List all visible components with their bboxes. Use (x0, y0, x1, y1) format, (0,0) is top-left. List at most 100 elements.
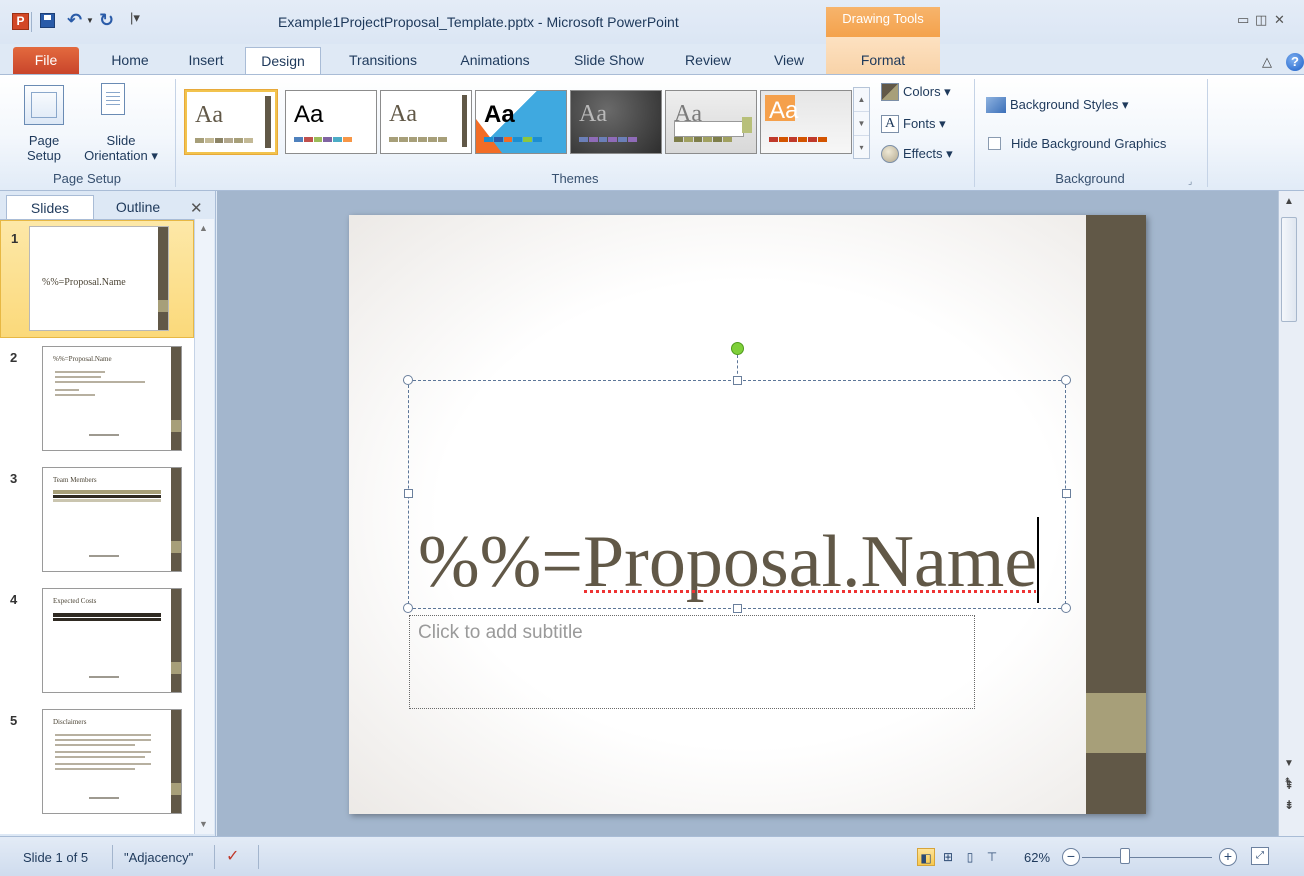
theme-thumbnail-6[interactable]: Aa (665, 90, 757, 154)
checkbox-box[interactable] (988, 137, 1001, 150)
qat-separator (31, 12, 32, 32)
slide-thumbnail-row[interactable]: 1 %%=Proposal.Name (0, 220, 194, 338)
resize-handle-bottom-left[interactable] (403, 603, 413, 613)
rotate-handle[interactable] (731, 342, 744, 355)
themes-gallery-scroller[interactable]: ▲ ▼ ▾ (853, 87, 870, 159)
page-setup-button[interactable]: Page Setup (22, 133, 66, 163)
normal-view-icon[interactable]: ◧ (917, 848, 935, 866)
thumb-text-line (55, 763, 151, 765)
powerpoint-app-icon[interactable]: P (12, 13, 29, 30)
save-icon[interactable] (40, 13, 55, 28)
theme-thumbnail-2[interactable]: Aa (285, 90, 377, 154)
scroll-down-icon[interactable]: ▼ (199, 819, 208, 829)
customize-qat-icon[interactable]: |▾ (130, 10, 140, 26)
tab-outline[interactable]: Outline (96, 195, 180, 219)
zoom-slider-thumb[interactable] (1120, 848, 1130, 864)
zoom-slider-track[interactable] (1082, 857, 1212, 858)
gallery-more-icon[interactable]: ▾ (854, 136, 869, 160)
slide-thumbnail[interactable]: Expected Costs (42, 588, 182, 693)
gallery-scroll-down-icon[interactable]: ▼ (854, 112, 869, 136)
zoom-in-icon[interactable]: + (1219, 848, 1237, 866)
hide-background-graphics-checkbox[interactable]: Hide Background Graphics (988, 136, 1166, 151)
minimize-window-icon[interactable]: ▭ (1237, 12, 1249, 28)
tab-home[interactable]: Home (100, 47, 160, 74)
tab-design[interactable]: Design (245, 47, 321, 74)
scrollbar-thumb[interactable] (1281, 217, 1297, 322)
minimize-ribbon-icon[interactable]: △ (1262, 54, 1272, 70)
undo-dropdown-icon[interactable]: ▼ (86, 16, 94, 25)
thumb-text-line (55, 739, 151, 741)
page-setup-label-1: Page (28, 133, 60, 148)
slide-thumbnail[interactable]: %%=Proposal.Name (29, 226, 169, 331)
tab-format[interactable]: Format (843, 47, 923, 74)
resize-handle-top[interactable] (733, 376, 742, 385)
theme-thumbnail-5[interactable]: Aa (570, 90, 662, 154)
tab-slides[interactable]: Slides (6, 195, 94, 219)
tab-slide-show[interactable]: Slide Show (561, 47, 657, 74)
zoom-out-icon[interactable]: − (1062, 848, 1080, 866)
undo-icon[interactable]: ↶ (67, 10, 82, 31)
slides-pane-scrollbar[interactable]: ▲ ▼ (194, 219, 214, 834)
resize-handle-bottom-right[interactable] (1061, 603, 1071, 613)
previous-slide-arrows-icon[interactable]: ⇞ (1284, 778, 1294, 792)
subtitle-placeholder-text[interactable]: Click to add subtitle (418, 622, 583, 644)
window-title: Example1ProjectProposal_Template.pptx - … (278, 14, 679, 30)
slide-thumbnail[interactable]: %%=Proposal.Name (42, 346, 182, 451)
gallery-scroll-up-icon[interactable]: ▲ (854, 88, 869, 112)
slide-orientation-button[interactable]: Slide Orientation ▾ (74, 133, 168, 163)
resize-handle-top-left[interactable] (403, 375, 413, 385)
next-slide-arrows-icon[interactable]: ⇟ (1284, 798, 1294, 812)
theme-swatches (579, 137, 637, 142)
title-bar: P ↶ ▼ ↻ |▾ Example1ProjectProposal_Templ… (0, 0, 1304, 44)
resize-handle-top-right[interactable] (1061, 375, 1071, 385)
page-setup-label-2: Setup (27, 148, 61, 163)
thumb-table-row (53, 495, 161, 498)
tab-insert[interactable]: Insert (176, 47, 236, 74)
slide-number: 1 (11, 231, 19, 246)
close-pane-icon[interactable]: ✕ (190, 199, 203, 217)
theme-thumbnail-7[interactable]: Aa (760, 90, 852, 154)
thumb-footer (89, 797, 119, 799)
theme-thumbnail-1[interactable]: Aa (184, 89, 278, 155)
reading-view-icon[interactable]: ▯ (961, 848, 979, 866)
thumb-title: Expected Costs (53, 597, 97, 605)
slide-thumbnail[interactable]: Team Members (42, 467, 182, 572)
background-styles-button[interactable]: Background Styles ▾ (986, 97, 1129, 113)
help-icon[interactable]: ? (1286, 53, 1304, 71)
theme-thumbnail-3[interactable]: Aa (380, 90, 472, 154)
fit-to-window-icon[interactable]: ⤢ (1251, 847, 1269, 865)
scroll-down-icon[interactable]: ▼ (1284, 758, 1294, 769)
slide-thumbnail-row[interactable]: 5 Disclaimers (0, 703, 194, 821)
scroll-up-icon[interactable]: ▲ (1284, 196, 1294, 207)
slide-number: 3 (10, 471, 18, 486)
slide-thumbnail-row[interactable]: 4 Expected Costs (0, 582, 194, 700)
tab-review[interactable]: Review (673, 47, 743, 74)
tab-transitions[interactable]: Transitions (335, 47, 431, 74)
slide-thumbnail-row[interactable]: 2 %%=Proposal.Name (0, 340, 194, 458)
theme-fonts-button[interactable]: A Fonts ▾ (881, 115, 946, 133)
slideshow-icon[interactable]: ⊤ (983, 848, 1001, 866)
theme-colors-button[interactable]: Colors ▾ (881, 83, 951, 101)
scroll-up-icon[interactable]: ▲ (199, 223, 208, 233)
theme-name-status[interactable]: "Adjacency" (124, 850, 193, 865)
background-dialog-launcher-icon[interactable]: ⌟ (1188, 176, 1192, 187)
slide-orientation-icon[interactable] (101, 83, 125, 115)
tab-view[interactable]: View (759, 47, 819, 74)
tab-animations[interactable]: Animations (447, 47, 543, 74)
slide-number: 4 (10, 592, 18, 607)
theme-effects-button[interactable]: Effects ▾ (881, 145, 953, 163)
close-window-icon[interactable]: ✕ (1274, 12, 1285, 28)
spelling-icon[interactable]: ✓ (226, 846, 239, 866)
zoom-level[interactable]: 62% (1024, 850, 1050, 865)
redo-icon[interactable]: ↻ (99, 10, 114, 31)
resize-handle-bottom[interactable] (733, 604, 742, 613)
resize-handle-left[interactable] (404, 489, 413, 498)
theme-thumbnail-4[interactable]: Aa (475, 90, 567, 154)
page-setup-icon[interactable] (24, 85, 64, 125)
slide-thumbnail-row[interactable]: 3 Team Members (0, 461, 194, 579)
resize-handle-right[interactable] (1062, 489, 1071, 498)
slide-sorter-icon[interactable]: ⊞ (939, 848, 957, 866)
restore-window-icon[interactable]: ◫ (1255, 12, 1267, 28)
slide-thumbnail[interactable]: Disclaimers (42, 709, 182, 814)
tab-file[interactable]: File (13, 47, 79, 74)
